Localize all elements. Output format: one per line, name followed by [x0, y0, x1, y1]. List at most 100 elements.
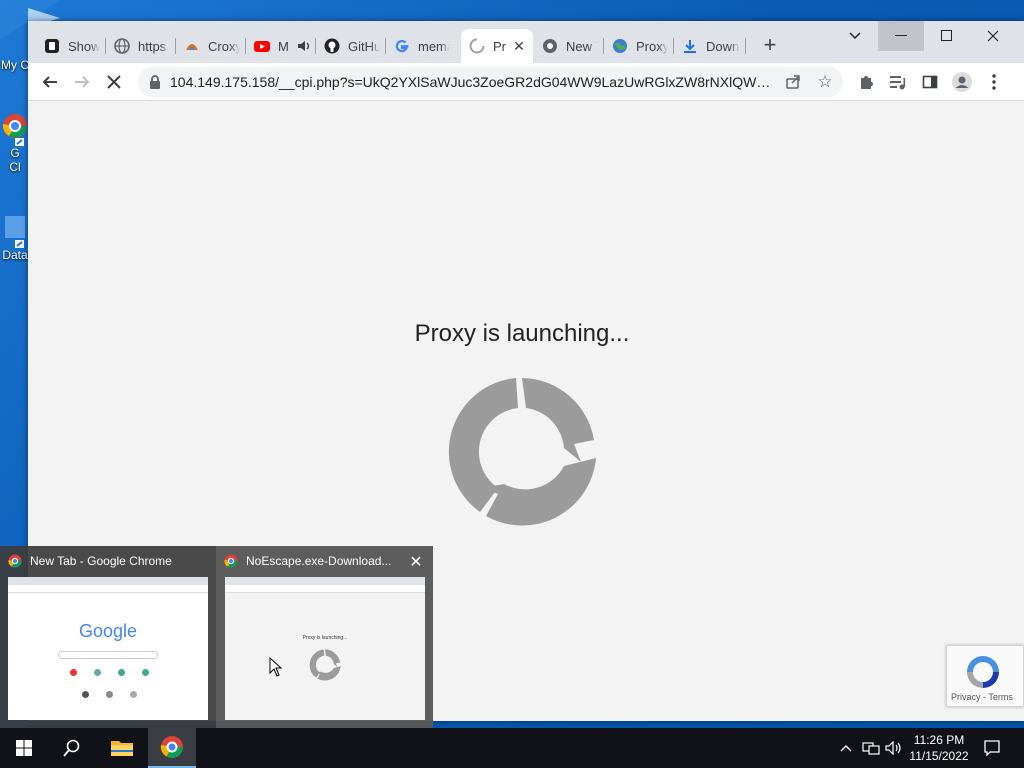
globe-icon [114, 38, 130, 54]
network-button[interactable] [860, 728, 882, 768]
clock-date: 11/15/2022 [909, 749, 969, 763]
folder-icon [111, 741, 133, 756]
network-icon [862, 742, 880, 755]
mini-tabstrip [8, 577, 208, 585]
address-bar[interactable]: 104.149.175.158/__cpi.php?s=UkQ2YXlSaWJu… [138, 67, 843, 97]
mini-message: Proxy is launching... [302, 635, 348, 641]
thumbnail-new-tab[interactable]: New Tab - Google Chrome Google [0, 546, 216, 728]
mouse-cursor-icon [269, 657, 283, 677]
side-panel-button[interactable] [918, 70, 942, 94]
chrome-icon [542, 38, 558, 54]
kebab-menu-icon [992, 74, 996, 90]
bookmark-star-icon[interactable]: ☆ [814, 71, 836, 93]
tab-github[interactable]: GitHu [316, 29, 386, 63]
file-explorer-button[interactable] [98, 728, 146, 768]
chevron-up-icon [840, 745, 852, 752]
clock-time: 11:26 PM [913, 733, 965, 747]
globe-color-icon [612, 38, 628, 54]
chrome-shortcut-icon [1, 112, 29, 146]
thumbnail-close-button[interactable]: ✕ [406, 552, 426, 572]
show-hidden-icons-button[interactable] [836, 728, 856, 768]
desktop-icon-chrome[interactable]: G Cl [0, 112, 30, 174]
tab-title: Down [706, 38, 740, 54]
thumbnail-preview-new-tab: Google [8, 577, 208, 720]
tab-new-tab[interactable]: New T [534, 29, 604, 63]
tab-croxy[interactable]: Croxy [176, 29, 246, 63]
tab-search-button[interactable] [832, 21, 878, 51]
extensions-button[interactable] [854, 70, 878, 94]
profile-button[interactable] [950, 70, 974, 94]
forward-button[interactable] [70, 70, 94, 94]
loading-spinner-icon [448, 378, 596, 526]
url-text[interactable]: 104.149.175.158/__cpi.php?s=UkQ2YXlSaWJu… [170, 74, 780, 90]
close-window-button[interactable] [970, 21, 1016, 51]
forward-arrow-icon [75, 76, 90, 88]
thumbnail-title: NoEscape.exe-Download... [246, 554, 392, 568]
thumbnail-noescape[interactable]: NoEscape.exe-Download... ✕ Proxy is laun… [216, 546, 433, 728]
thumbnail-preview-proxy: Proxy is launching... [225, 577, 425, 720]
tab-title: Show [68, 38, 100, 54]
recaptcha-badge[interactable]: Privacy - Terms [946, 645, 1024, 707]
tab-show[interactable]: Show [36, 29, 106, 63]
tab-title: https [138, 38, 167, 54]
back-button[interactable] [38, 70, 62, 94]
mini-shortcuts [66, 669, 152, 703]
mini-tabstrip [225, 577, 425, 585]
menu-button[interactable] [982, 70, 1006, 94]
audio-playing-icon[interactable] [297, 39, 311, 53]
tab-youtube[interactable]: M [246, 29, 316, 63]
minimize-button[interactable] [878, 21, 924, 51]
desktop-icon-label: My C [1, 58, 29, 72]
tab-title: M [278, 38, 289, 54]
shortcut-dot-icon [82, 691, 89, 698]
tab-https[interactable]: https [106, 29, 176, 63]
chevron-down-icon [849, 32, 861, 40]
side-panel-icon [922, 75, 938, 89]
taskbar-thumbnail-popup: New Tab - Google Chrome Google NoEscape.… [0, 546, 433, 728]
tab-strip: Show https Croxy M GitHu mema [28, 21, 1024, 63]
notification-icon [984, 740, 1000, 756]
tab-proxy[interactable]: Proxy [604, 29, 674, 63]
mini-toolbar [8, 585, 208, 593]
google-logo: Google [78, 621, 138, 641]
clock[interactable]: 11:26 PM 11/15/2022 [900, 732, 978, 764]
mini-toolbar [225, 585, 425, 593]
back-arrow-icon [42, 76, 57, 88]
lock-icon [150, 75, 160, 89]
media-controls-button[interactable] [886, 70, 910, 94]
youtube-icon [254, 38, 270, 54]
avatar-icon [952, 72, 972, 92]
thumbnail-title: New Tab - Google Chrome [30, 554, 172, 568]
media-queue-icon [890, 76, 906, 90]
maximize-button[interactable] [924, 21, 970, 51]
minimize-icon [895, 35, 907, 36]
tab-google[interactable]: mema [386, 29, 456, 63]
chrome-taskbar-button[interactable] [148, 728, 196, 768]
recaptcha-links[interactable]: Privacy - Terms [951, 692, 1013, 702]
stop-x-icon [107, 75, 121, 89]
github-icon [324, 38, 340, 54]
shortcut-dot-icon [142, 669, 149, 676]
tab-download[interactable]: Down [674, 29, 746, 63]
close-tab-icon[interactable]: ✕ [511, 38, 527, 55]
tab-proxy-active[interactable]: Pr ✕ [461, 29, 533, 63]
stop-loading-button[interactable] [102, 70, 126, 94]
search-button[interactable] [48, 728, 96, 768]
start-button[interactable] [0, 728, 48, 768]
maximize-icon [941, 30, 952, 41]
download-icon [682, 38, 698, 54]
new-tab-button[interactable]: + [758, 32, 782, 57]
shortcut-dot-icon [94, 669, 101, 676]
blogger-icon [44, 38, 60, 54]
desktop-icon-computer[interactable]: My C [0, 36, 30, 72]
mini-spinner-icon [309, 649, 341, 681]
desktop-icon-data[interactable]: Data [0, 214, 30, 262]
action-center-button[interactable] [980, 728, 1004, 768]
mini-search-box [58, 651, 158, 659]
share-icon[interactable] [783, 72, 803, 92]
thumbnail-header: New Tab - Google Chrome [8, 554, 172, 568]
google-icon [394, 38, 410, 54]
chrome-icon [8, 554, 22, 568]
chrome-icon [160, 736, 183, 758]
loading-icon [469, 38, 485, 54]
